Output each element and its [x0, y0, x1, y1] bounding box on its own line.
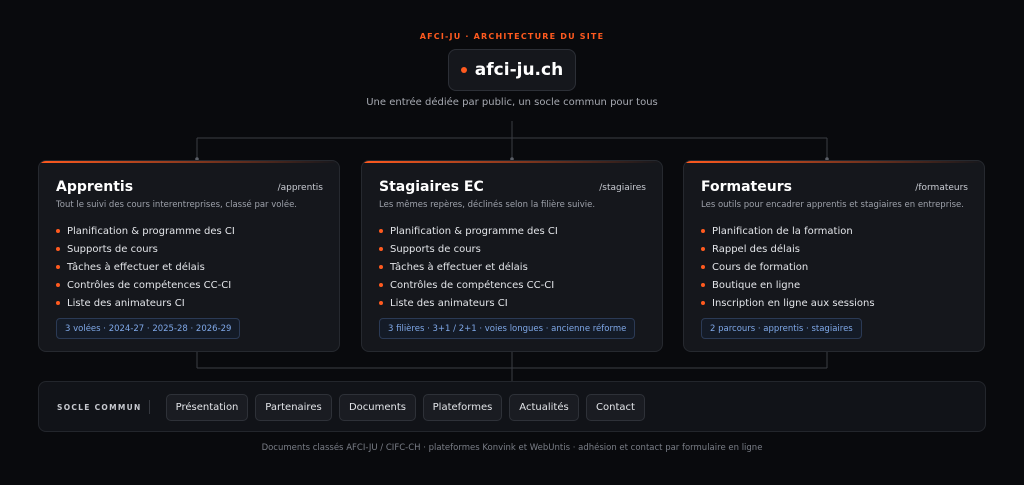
list-item[interactable]: Liste des animateurs CI — [379, 294, 558, 312]
list-item[interactable]: Contrôles de compétences CC-CI — [56, 276, 235, 294]
list-item-label: Contrôles de compétences CC-CI — [390, 279, 555, 291]
bullet-icon — [701, 283, 705, 287]
section-card-stagiaires[interactable]: Stagiaires EC /stagiaires Les mêmes repè… — [361, 160, 663, 352]
section-path: /formateurs — [915, 183, 968, 193]
list-item-label: Liste des animateurs CI — [390, 297, 508, 309]
nav-button-plateformes[interactable]: Plateformes — [423, 394, 502, 421]
section-item-list: Planification & programme des CI Support… — [379, 222, 558, 312]
list-item-label: Tâches à effectuer et délais — [390, 261, 528, 273]
list-item[interactable]: Supports de cours — [56, 240, 235, 258]
nav-button-actualites[interactable]: Actualités — [509, 394, 579, 421]
section-path: /stagiaires — [599, 183, 646, 193]
list-item[interactable]: Contrôles de compétences CC-CI — [379, 276, 558, 294]
list-item-label: Supports de cours — [390, 243, 481, 255]
list-item-label: Supports de cours — [67, 243, 158, 255]
list-item[interactable]: Planification & programme des CI — [56, 222, 235, 240]
divider — [149, 400, 150, 414]
list-item-label: Cours de formation — [712, 261, 809, 273]
list-item[interactable]: Inscription en ligne aux sessions — [701, 294, 875, 312]
bullet-icon — [701, 229, 705, 233]
card-accent-bar — [362, 161, 662, 163]
bullet-icon — [701, 301, 705, 305]
section-item-list: Planification de la formation Rappel des… — [701, 222, 875, 312]
list-item[interactable]: Tâches à effectuer et délais — [56, 258, 235, 276]
bullet-icon — [379, 283, 383, 287]
bullet-icon — [701, 247, 705, 251]
list-item-label: Inscription en ligne aux sessions — [712, 297, 875, 309]
bullet-icon — [379, 229, 383, 233]
bullet-icon — [701, 265, 705, 269]
section-item-list: Planification & programme des CI Support… — [56, 222, 235, 312]
section-card-apprentis[interactable]: Apprentis /apprentis Tout le suivi des c… — [38, 160, 340, 352]
list-item-label: Planification de la formation — [712, 225, 853, 237]
bullet-icon — [56, 301, 60, 305]
footer-note: Documents classés AFCI-JU / CIFC-CH · pl… — [261, 443, 763, 453]
common-base-bar: SOCLE COMMUN Présentation Partenaires Do… — [38, 381, 986, 432]
list-item-label: Tâches à effectuer et délais — [67, 261, 205, 273]
nav-button-documents[interactable]: Documents — [339, 394, 416, 421]
section-title: Stagiaires EC — [379, 179, 484, 195]
nav-button-contact[interactable]: Contact — [586, 394, 645, 421]
bullet-icon — [56, 283, 60, 287]
nav-button-presentation[interactable]: Présentation — [166, 394, 248, 421]
list-item[interactable]: Planification & programme des CI — [379, 222, 558, 240]
bullet-icon — [56, 265, 60, 269]
list-item-label: Planification & programme des CI — [67, 225, 235, 237]
section-card-formateurs[interactable]: Formateurs /formateurs Les outils pour e… — [683, 160, 985, 352]
card-accent-bar — [39, 161, 339, 163]
bullet-icon — [56, 229, 60, 233]
card-accent-bar — [684, 161, 984, 163]
bullet-icon — [379, 247, 383, 251]
section-tags-badge: 3 filières · 3+1 / 2+1 · voies longues ·… — [379, 318, 636, 339]
section-title: Apprentis — [56, 179, 134, 195]
list-item-label: Contrôles de compétences CC-CI — [67, 279, 232, 291]
section-tags-badge: 2 parcours · apprentis · stagiaires — [701, 318, 862, 339]
section-description: Les mêmes repères, déclinés selon la fil… — [379, 200, 596, 210]
section-path: /apprentis — [277, 183, 323, 193]
bullet-icon — [379, 265, 383, 269]
section-title: Formateurs — [701, 179, 792, 195]
bullet-icon — [379, 301, 383, 305]
section-tags-badge: 3 volées · 2024-27 · 2025-28 · 2026-29 — [56, 318, 241, 339]
list-item-label: Rappel des délais — [712, 243, 800, 255]
nav-button-partenaires[interactable]: Partenaires — [255, 394, 332, 421]
list-item[interactable]: Tâches à effectuer et délais — [379, 258, 558, 276]
list-item-label: Boutique en ligne — [712, 279, 801, 291]
section-description: Les outils pour encadrer apprentis et st… — [701, 200, 964, 210]
common-base-label: SOCLE COMMUN — [57, 403, 142, 412]
section-description: Tout le suivi des cours interentreprises… — [56, 200, 298, 210]
bullet-icon — [56, 247, 60, 251]
list-item[interactable]: Rappel des délais — [701, 240, 875, 258]
list-item[interactable]: Liste des animateurs CI — [56, 294, 235, 312]
list-item[interactable]: Boutique en ligne — [701, 276, 875, 294]
list-item[interactable]: Planification de la formation — [701, 222, 875, 240]
list-item[interactable]: Cours de formation — [701, 258, 875, 276]
list-item[interactable]: Supports de cours — [379, 240, 558, 258]
list-item-label: Planification & programme des CI — [390, 225, 558, 237]
list-item-label: Liste des animateurs CI — [67, 297, 185, 309]
